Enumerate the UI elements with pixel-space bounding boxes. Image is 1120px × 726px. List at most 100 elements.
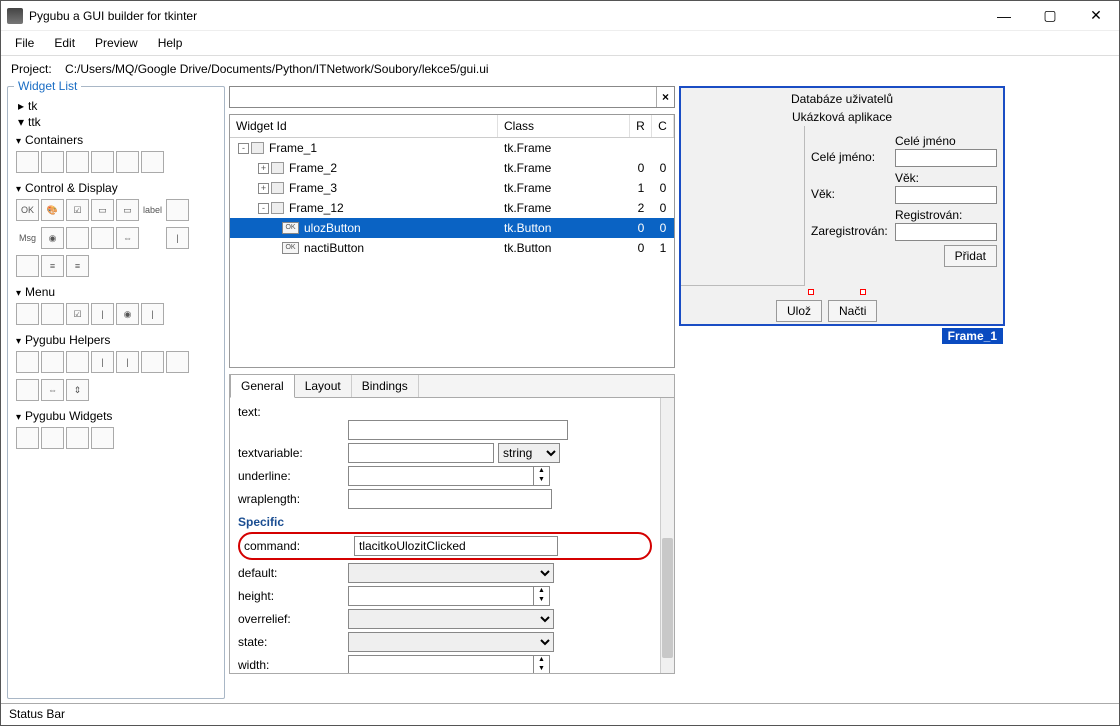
- widget-tool[interactable]: [166, 351, 189, 373]
- widget-tool-msg[interactable]: Msg: [16, 227, 39, 249]
- minimize-button[interactable]: —: [981, 1, 1027, 31]
- section-containers-header[interactable]: Containers: [16, 131, 216, 149]
- widget-tool[interactable]: ⇕: [66, 379, 89, 401]
- input-width[interactable]: [348, 655, 534, 673]
- section-pw-header[interactable]: Pygubu Widgets: [16, 407, 216, 425]
- widget-tool[interactable]: [16, 351, 39, 373]
- search-clear-icon[interactable]: ×: [656, 87, 674, 107]
- menu-preview[interactable]: Preview: [87, 33, 146, 53]
- widget-tool[interactable]: ≡: [66, 255, 89, 277]
- widget-tool[interactable]: [66, 151, 89, 173]
- select-overrelief[interactable]: [348, 609, 554, 629]
- col-widget-id[interactable]: Widget Id: [230, 115, 498, 137]
- input-command[interactable]: [354, 536, 558, 556]
- col-r[interactable]: R: [630, 115, 652, 137]
- input-reg[interactable]: [895, 223, 997, 241]
- tab-layout[interactable]: Layout: [295, 375, 352, 397]
- props-scrollbar[interactable]: [660, 398, 674, 673]
- widget-tool[interactable]: [141, 351, 164, 373]
- widget-tool[interactable]: [16, 255, 39, 277]
- widget-tool[interactable]: [91, 151, 114, 173]
- spin-height[interactable]: ▲▼: [534, 586, 550, 606]
- widget-tool[interactable]: ☑: [66, 303, 89, 325]
- section-control-header[interactable]: Control & Display: [16, 179, 216, 197]
- section-helpers-header[interactable]: Pygubu Helpers: [16, 331, 216, 349]
- widget-tool[interactable]: |: [166, 227, 189, 249]
- widget-tool[interactable]: |: [91, 303, 114, 325]
- widget-tool[interactable]: [41, 351, 64, 373]
- spin-underline[interactable]: ▲▼: [534, 466, 550, 486]
- widget-tool[interactable]: ⇔: [116, 227, 139, 249]
- expand-icon[interactable]: -: [258, 203, 269, 214]
- widget-tool[interactable]: [16, 379, 39, 401]
- widget-tool[interactable]: 🎨: [41, 199, 64, 221]
- load-button[interactable]: Načti: [828, 300, 877, 322]
- widget-tool[interactable]: [41, 151, 64, 173]
- tree-row[interactable]: +Frame_2tk.Frame00: [230, 158, 674, 178]
- select-state[interactable]: [348, 632, 554, 652]
- input-name[interactable]: [895, 149, 997, 167]
- select-textvariable-type[interactable]: string: [498, 443, 560, 463]
- widget-tool[interactable]: ▭: [116, 199, 139, 221]
- tk-node[interactable]: ▸tk: [16, 99, 216, 113]
- tree-row[interactable]: OKulozButtontk.Button00: [230, 218, 674, 238]
- widget-tool[interactable]: OK: [16, 199, 39, 221]
- expand-icon[interactable]: -: [238, 143, 249, 154]
- widget-tool[interactable]: [116, 151, 139, 173]
- widget-tool[interactable]: [141, 151, 164, 173]
- input-wraplength[interactable]: [348, 489, 552, 509]
- input-height[interactable]: [348, 586, 534, 606]
- tree-row[interactable]: -Frame_12tk.Frame20: [230, 198, 674, 218]
- widget-tool[interactable]: ▭: [91, 199, 114, 221]
- search-input[interactable]: [230, 87, 656, 107]
- save-button[interactable]: Ulož: [776, 300, 822, 322]
- widget-tool[interactable]: |: [91, 351, 114, 373]
- widget-tool[interactable]: [16, 303, 39, 325]
- select-default[interactable]: [348, 563, 554, 583]
- input-textvariable[interactable]: [348, 443, 494, 463]
- section-menu-header[interactable]: Menu: [16, 283, 216, 301]
- menu-file[interactable]: File: [7, 33, 42, 53]
- widget-tool[interactable]: [66, 351, 89, 373]
- expand-icon[interactable]: +: [258, 183, 269, 194]
- ttk-node[interactable]: ▾ttk: [16, 115, 216, 129]
- col-c[interactable]: C: [652, 115, 674, 137]
- tree-row[interactable]: +Frame_3tk.Frame10: [230, 178, 674, 198]
- widget-tool[interactable]: [166, 199, 189, 221]
- widget-tool[interactable]: |: [141, 303, 164, 325]
- tree-row[interactable]: OKnactiButtontk.Button01: [230, 238, 674, 258]
- widget-tool[interactable]: [91, 227, 114, 249]
- input-text[interactable]: [348, 420, 568, 440]
- widget-tool[interactable]: [16, 151, 39, 173]
- tree-row-class: tk.Frame: [498, 201, 630, 215]
- widget-tool[interactable]: [41, 427, 64, 449]
- tab-general[interactable]: General: [230, 374, 295, 398]
- tab-bindings[interactable]: Bindings: [352, 375, 419, 397]
- widget-tool[interactable]: [66, 227, 89, 249]
- menu-edit[interactable]: Edit: [46, 33, 83, 53]
- widget-tool[interactable]: ◉: [41, 227, 64, 249]
- preview-canvas[interactable]: Databáze uživatelů Ukázková aplikace Cel…: [679, 86, 1005, 326]
- col-class[interactable]: Class: [498, 115, 630, 137]
- add-button[interactable]: Přidat: [944, 245, 997, 267]
- close-button[interactable]: ✕: [1073, 1, 1119, 31]
- widget-tool[interactable]: [66, 427, 89, 449]
- widget-tool[interactable]: ◉: [116, 303, 139, 325]
- expand-icon[interactable]: +: [258, 163, 269, 174]
- widget-tool[interactable]: |: [116, 351, 139, 373]
- app-icon: [7, 8, 23, 24]
- widget-tool[interactable]: [91, 427, 114, 449]
- tree-row[interactable]: -Frame_1tk.Frame: [230, 138, 674, 158]
- maximize-button[interactable]: ▢: [1027, 1, 1073, 31]
- widget-tool[interactable]: ⇔: [41, 379, 64, 401]
- widget-tool[interactable]: ☑: [66, 199, 89, 221]
- widget-tool[interactable]: [16, 427, 39, 449]
- widget-tool[interactable]: [41, 303, 64, 325]
- widget-tool-label[interactable]: label: [141, 199, 164, 221]
- input-underline[interactable]: [348, 466, 534, 486]
- spin-width[interactable]: ▲▼: [534, 655, 550, 673]
- menu-help[interactable]: Help: [150, 33, 191, 53]
- section-containers: Containers: [16, 131, 216, 173]
- input-age[interactable]: [895, 186, 997, 204]
- widget-tool[interactable]: ≡: [41, 255, 64, 277]
